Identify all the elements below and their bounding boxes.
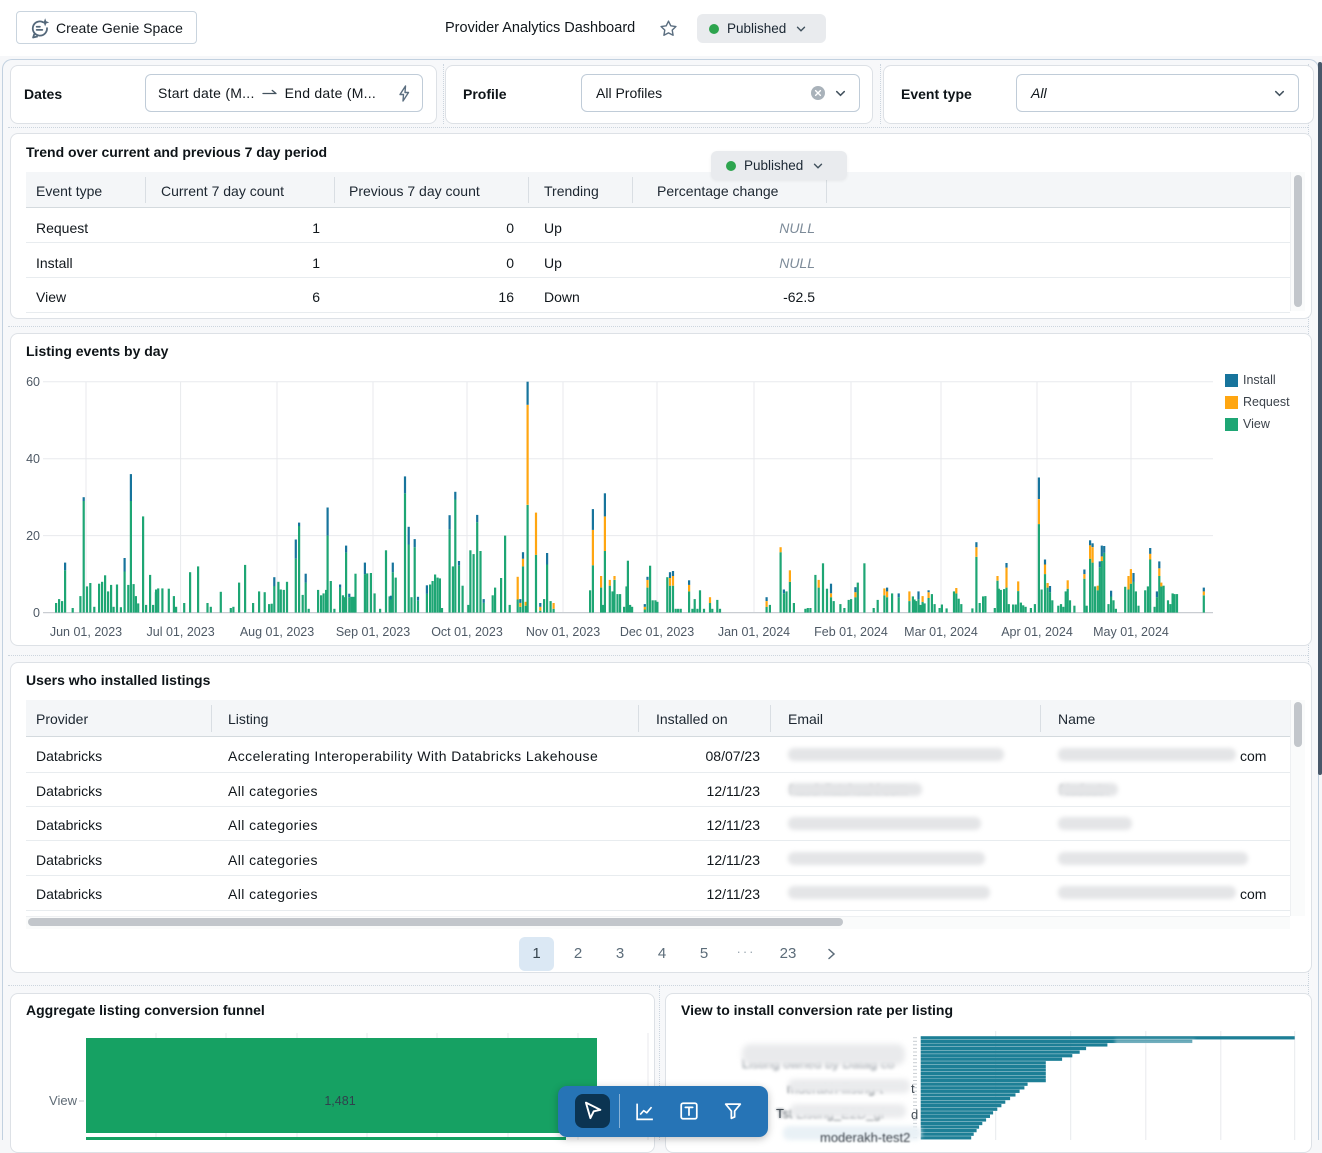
svg-text:May 01, 2024: May 01, 2024 — [1093, 625, 1169, 639]
svg-text:Apr 01, 2024: Apr 01, 2024 — [1001, 625, 1073, 639]
svg-text:1,481: 1,481 — [324, 1094, 355, 1108]
svg-text:Jan 01, 2024: Jan 01, 2024 — [718, 625, 790, 639]
svg-text:Dec 01, 2023: Dec 01, 2023 — [620, 625, 694, 639]
svg-text:60: 60 — [26, 375, 40, 389]
svg-text:40: 40 — [26, 452, 40, 466]
svg-text:View: View — [49, 1093, 78, 1108]
svg-text:Aug 01, 2023: Aug 01, 2023 — [240, 625, 314, 639]
svg-text:Nov 01, 2023: Nov 01, 2023 — [526, 625, 600, 639]
svg-text:20: 20 — [26, 529, 40, 543]
svg-text:Mar 01, 2024: Mar 01, 2024 — [904, 625, 978, 639]
svg-text:Sep 01, 2023: Sep 01, 2023 — [336, 625, 410, 639]
svg-text:Jun 01, 2023: Jun 01, 2023 — [50, 625, 122, 639]
svg-text:Jul 01, 2023: Jul 01, 2023 — [147, 625, 215, 639]
svg-text:Feb 01, 2024: Feb 01, 2024 — [814, 625, 888, 639]
svg-text:Oct 01, 2023: Oct 01, 2023 — [431, 625, 503, 639]
svg-text:0: 0 — [33, 606, 40, 620]
